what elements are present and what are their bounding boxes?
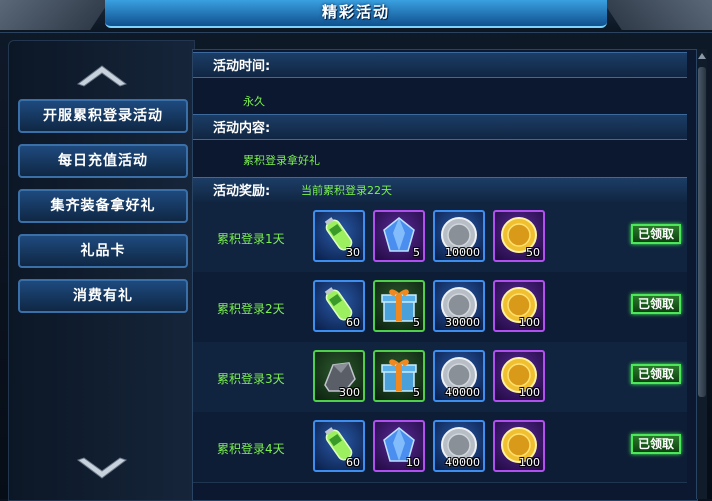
menu-item-label: 消费有礼 xyxy=(73,288,133,304)
reward-item-quantity: 5 xyxy=(413,246,420,259)
reward-item-slot[interactable]: 5 xyxy=(373,210,425,262)
scrollbar-thumb[interactable] xyxy=(698,67,706,397)
section-label: 活动内容: xyxy=(213,121,271,136)
menu-item-gift-card[interactable]: 礼品卡 xyxy=(18,234,188,268)
section-header-content: 活动内容: xyxy=(193,114,687,140)
section-label: 活动时间: xyxy=(213,59,271,74)
activity-content-panel: 活动时间: 永久 活动内容: 累积登录拿好礼 活动奖励: 当前累积登录22天 累… xyxy=(192,49,698,501)
reward-item-quantity: 40000 xyxy=(445,386,480,399)
reward-item-slot[interactable]: 30 xyxy=(313,210,365,262)
menu-item-label: 集齐装备拿好礼 xyxy=(50,198,156,214)
reward-item-slot[interactable]: 50 xyxy=(493,210,545,262)
event-window: 精彩活动 开服累积登录活动 每日充值活动 集齐装备拿好礼 礼品卡 消费有礼 活动… xyxy=(0,0,712,501)
activity-content-value: 累积登录拿好礼 xyxy=(243,154,320,167)
section-header-reward: 活动奖励: 当前累积登录22天 xyxy=(193,177,687,203)
reward-item-quantity: 10000 xyxy=(445,246,480,259)
reward-item-slot[interactable]: 10000 xyxy=(433,210,485,262)
reward-item-slot[interactable]: 100 xyxy=(493,280,545,332)
title-bar: 精彩活动 xyxy=(0,0,712,33)
reward-item-quantity: 100 xyxy=(519,456,540,469)
reward-item-slot[interactable]: 60 xyxy=(313,420,365,472)
menu-item-label: 礼品卡 xyxy=(80,243,126,259)
menu-item-spending-reward[interactable]: 消费有礼 xyxy=(18,279,188,313)
menu-item-daily-recharge[interactable]: 每日充值活动 xyxy=(18,144,188,178)
reward-item-quantity: 30000 xyxy=(445,316,480,329)
reward-item-slot[interactable]: 100 xyxy=(493,420,545,472)
section-header-time: 活动时间: xyxy=(193,52,687,78)
reward-item-slot[interactable]: 5 xyxy=(373,350,425,402)
reward-item-slot[interactable]: 300 xyxy=(313,350,365,402)
claimed-button[interactable]: 已领取 xyxy=(631,434,681,454)
reward-item-quantity: 40000 xyxy=(445,456,480,469)
menu-item-label: 开服累积登录活动 xyxy=(43,108,163,124)
reward-item-slot[interactable]: 100 xyxy=(493,350,545,402)
reward-item-quantity: 60 xyxy=(346,456,360,469)
reward-row: 累积登录1天 30 5 10000 50 已领取 xyxy=(193,202,687,273)
reward-row: 累积登录4天 60 10 40000 100 已领取 xyxy=(193,412,687,483)
reward-item-quantity: 300 xyxy=(339,386,360,399)
menu-item-label: 每日充值活动 xyxy=(58,153,148,169)
claimed-button[interactable]: 已领取 xyxy=(631,364,681,384)
login-progress-note: 当前累积登录22天 xyxy=(301,184,392,197)
reward-item-quantity: 100 xyxy=(519,316,540,329)
reward-day-label: 累积登录2天 xyxy=(217,302,285,316)
reward-item-slot[interactable]: 40000 xyxy=(433,350,485,402)
scrollbar-up-icon[interactable] xyxy=(697,51,707,61)
reward-item-quantity: 60 xyxy=(346,316,360,329)
reward-item-quantity: 30 xyxy=(346,246,360,259)
reward-item-quantity: 5 xyxy=(413,316,420,329)
reward-item-quantity: 5 xyxy=(413,386,420,399)
reward-item-slot[interactable]: 5 xyxy=(373,280,425,332)
section-label: 活动奖励: xyxy=(213,184,271,199)
content-scrollbar[interactable] xyxy=(696,49,707,499)
reward-day-label: 累积登录1天 xyxy=(217,232,285,246)
window-title: 精彩活动 xyxy=(321,3,390,21)
menu-item-collect-equipment[interactable]: 集齐装备拿好礼 xyxy=(18,189,188,223)
claimed-button[interactable]: 已领取 xyxy=(631,224,681,244)
reward-row: 累积登录3天 300 5 40000 100 已领取 xyxy=(193,342,687,413)
claimed-button[interactable]: 已领取 xyxy=(631,294,681,314)
scroll-up-arrow-icon[interactable] xyxy=(76,64,128,88)
menu-item-cumulative-login[interactable]: 开服累积登录活动 xyxy=(18,99,188,133)
reward-item-slot[interactable]: 10 xyxy=(373,420,425,472)
reward-item-quantity: 100 xyxy=(519,386,540,399)
reward-day-label: 累积登录4天 xyxy=(217,442,285,456)
reward-item-quantity: 10 xyxy=(406,456,420,469)
reward-item-quantity: 50 xyxy=(526,246,540,259)
reward-item-slot[interactable]: 30000 xyxy=(433,280,485,332)
activity-time-value: 永久 xyxy=(243,95,265,108)
reward-row: 累积登录2天 60 5 30000 100 已领取 xyxy=(193,272,687,343)
reward-day-label: 累积登录3天 xyxy=(217,372,285,386)
reward-item-slot[interactable]: 60 xyxy=(313,280,365,332)
reward-item-slot[interactable]: 40000 xyxy=(433,420,485,472)
scroll-down-arrow-icon[interactable] xyxy=(76,456,128,480)
